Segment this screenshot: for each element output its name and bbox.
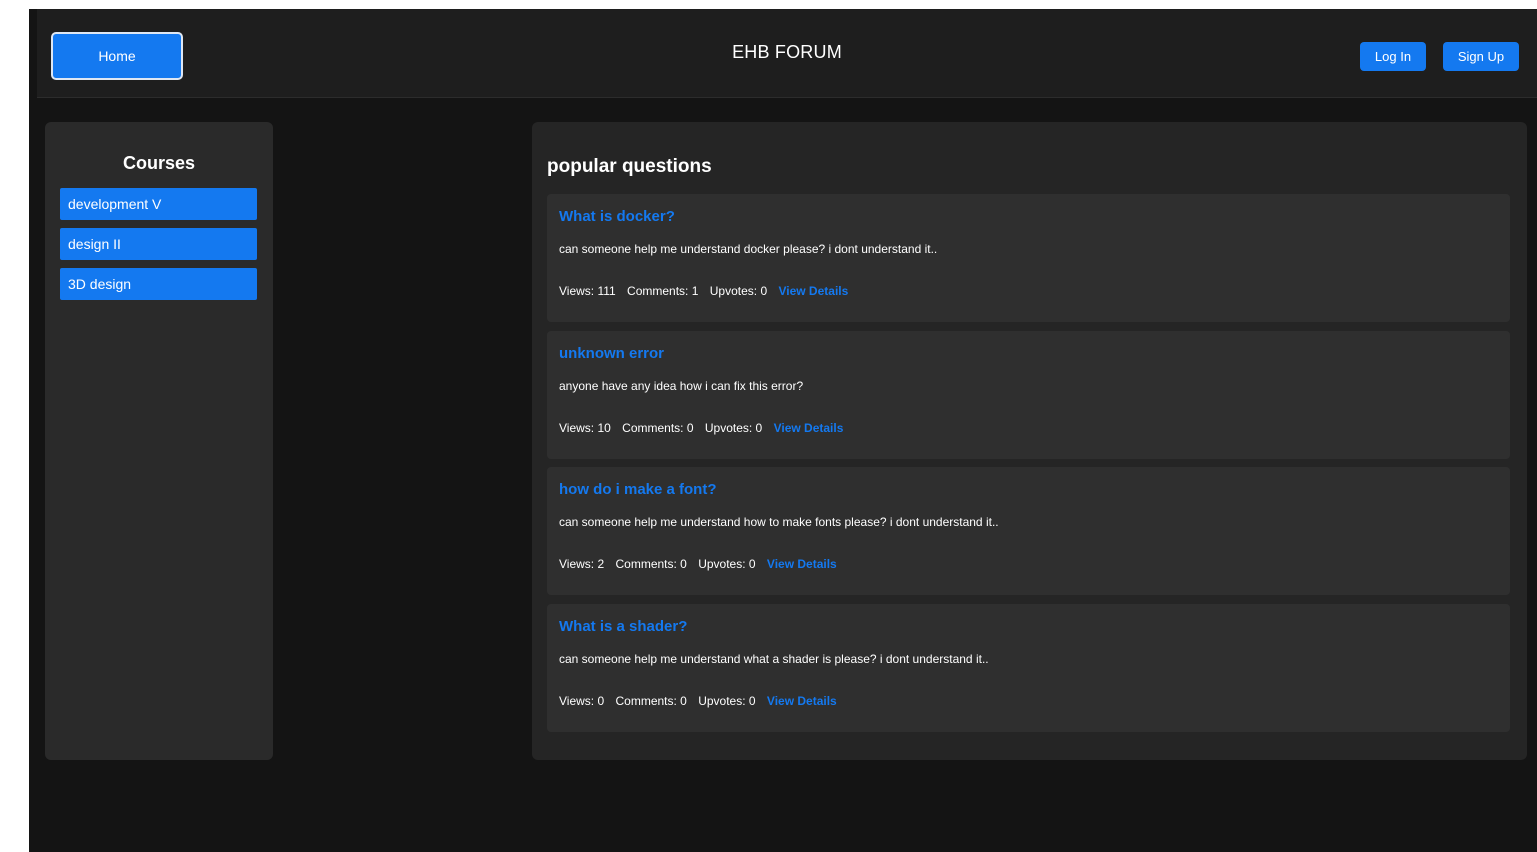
question-card: how do i make a font? can someone help m… [547, 467, 1510, 595]
view-details-link[interactable]: View Details [767, 557, 837, 571]
question-body: can someone help me understand what a sh… [559, 652, 989, 666]
top-navbar: Home EHB FORUM Log In Sign Up [37, 9, 1537, 98]
question-title[interactable]: What is a shader? [559, 618, 687, 635]
view-details-link[interactable]: View Details [767, 694, 837, 708]
sidebar-title: Courses [122, 153, 196, 173]
course-item-development-v[interactable]: development V [60, 188, 257, 220]
upvotes-count: Upvotes: 0 [698, 694, 756, 708]
login-button[interactable]: Log In [1360, 42, 1426, 71]
views-count: Views: 0 [559, 694, 605, 708]
popular-questions-panel: popular questions What is docker? can so… [532, 122, 1527, 760]
question-meta: Views: 2 Comments: 0 Upvotes: 0 View Det… [559, 557, 837, 571]
comments-count: Comments: 0 [615, 694, 687, 708]
question-title[interactable]: What is docker? [559, 208, 675, 225]
views-count: Views: 10 [559, 421, 611, 435]
upvotes-count: Upvotes: 0 [698, 557, 756, 571]
question-body: anyone have any idea how i can fix this … [559, 379, 804, 393]
question-card: unknown error anyone have any idea how i… [547, 331, 1510, 459]
upvotes-count: Upvotes: 0 [704, 421, 763, 435]
course-item-design-ii[interactable]: design II [60, 228, 257, 260]
comments-count: Comments: 0 [622, 421, 694, 435]
question-body: can someone help me understand docker pl… [559, 242, 938, 256]
course-item-3d-design[interactable]: 3D design [60, 268, 257, 300]
section-title: popular questions [547, 156, 712, 177]
question-meta: Views: 10 Comments: 0 Upvotes: 0 View De… [559, 421, 843, 435]
courses-sidebar: Courses development V design II 3D desig… [45, 122, 273, 760]
question-title[interactable]: unknown error [559, 345, 664, 362]
view-details-link[interactable]: View Details [778, 284, 848, 298]
app-frame: Home EHB FORUM Log In Sign Up Courses de… [29, 9, 1537, 852]
question-title[interactable]: how do i make a font? [559, 481, 717, 498]
signup-button[interactable]: Sign Up [1443, 42, 1519, 71]
view-details-link[interactable]: View Details [774, 421, 844, 435]
upvotes-count: Upvotes: 0 [709, 284, 768, 298]
comments-count: Comments: 1 [627, 284, 699, 298]
question-card: What is a shader? can someone help me un… [547, 604, 1510, 732]
views-count: Views: 2 [559, 557, 605, 571]
question-card: What is docker? can someone help me unde… [547, 194, 1510, 322]
question-meta: Views: 111 Comments: 1 Upvotes: 0 View D… [559, 284, 848, 298]
views-count: Views: 111 [559, 284, 616, 298]
comments-count: Comments: 0 [615, 557, 687, 571]
question-meta: Views: 0 Comments: 0 Upvotes: 0 View Det… [559, 694, 837, 708]
site-title: EHB FORUM [732, 42, 842, 62]
question-body: can someone help me understand how to ma… [559, 515, 999, 529]
